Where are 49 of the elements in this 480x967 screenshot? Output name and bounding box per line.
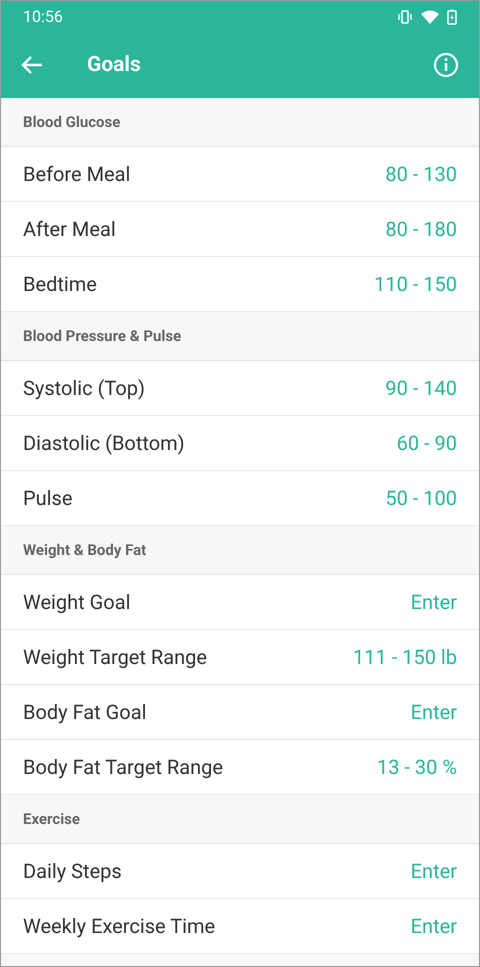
goal-row[interactable]: Weight Goal Enter xyxy=(1,575,479,630)
info-button[interactable] xyxy=(433,52,459,78)
goal-label: Weight Goal xyxy=(23,590,130,614)
section-title: Blood Glucose xyxy=(23,113,120,131)
section-title: Exercise xyxy=(23,810,80,828)
goal-row[interactable]: Pulse 50 - 100 xyxy=(1,471,479,526)
goal-label: Systolic (Top) xyxy=(23,376,145,400)
goal-value: 80 - 130 xyxy=(385,162,457,186)
goal-value: Enter xyxy=(410,914,457,938)
status-time: 10:56 xyxy=(23,7,63,26)
goal-row[interactable]: Weight Target Range 111 - 150 lb xyxy=(1,630,479,685)
goal-value: Enter xyxy=(410,590,457,614)
goal-row[interactable]: Bedtime 110 - 150 xyxy=(1,257,479,312)
goal-row[interactable]: Daily Steps Enter xyxy=(1,844,479,899)
screen-title: Goals xyxy=(87,53,142,77)
goal-value: 50 - 100 xyxy=(385,486,457,510)
goal-value: Enter xyxy=(410,700,457,724)
goal-label: Pulse xyxy=(23,486,72,510)
goal-value: 80 - 180 xyxy=(385,217,457,241)
goal-label: Weekly Exercise Time xyxy=(23,914,216,938)
section-title: Weight & Body Fat xyxy=(23,541,146,559)
goal-value: 110 - 150 xyxy=(374,272,457,296)
battery-icon xyxy=(447,8,457,24)
goal-row[interactable]: After Meal 80 - 180 xyxy=(1,202,479,257)
goal-value: 13 - 30 % xyxy=(376,755,457,779)
goal-label: Daily Steps xyxy=(23,859,122,883)
wifi-icon xyxy=(421,10,439,24)
info-icon xyxy=(433,52,459,78)
goal-value: Enter xyxy=(410,859,457,883)
back-button[interactable] xyxy=(21,55,43,75)
goal-label: Body Fat Goal xyxy=(23,700,146,724)
goal-label: Body Fat Target Range xyxy=(23,755,224,779)
goal-label: After Meal xyxy=(23,217,116,241)
goal-row[interactable]: Body Fat Target Range 13 - 30 % xyxy=(1,740,479,795)
vibrate-icon xyxy=(397,10,413,24)
goal-label: Before Meal xyxy=(23,162,130,186)
goal-label: Bedtime xyxy=(23,272,97,296)
goal-label: Diastolic (Bottom) xyxy=(23,431,185,455)
goal-value: 60 - 90 xyxy=(396,431,457,455)
section-title: Blood Pressure & Pulse xyxy=(23,327,182,345)
goal-row[interactable]: Diastolic (Bottom) 60 - 90 xyxy=(1,416,479,471)
goal-row[interactable]: Body Fat Goal Enter xyxy=(1,685,479,740)
goal-value: 111 - 150 lb xyxy=(353,645,457,669)
goal-value: 90 - 140 xyxy=(385,376,457,400)
back-arrow-icon xyxy=(21,55,43,75)
goal-row[interactable]: Weekly Exercise Time Enter xyxy=(1,899,479,954)
goal-row[interactable]: Systolic (Top) 90 - 140 xyxy=(1,361,479,416)
goal-row[interactable]: Before Meal 80 - 130 xyxy=(1,147,479,202)
goal-label: Weight Target Range xyxy=(23,645,207,669)
